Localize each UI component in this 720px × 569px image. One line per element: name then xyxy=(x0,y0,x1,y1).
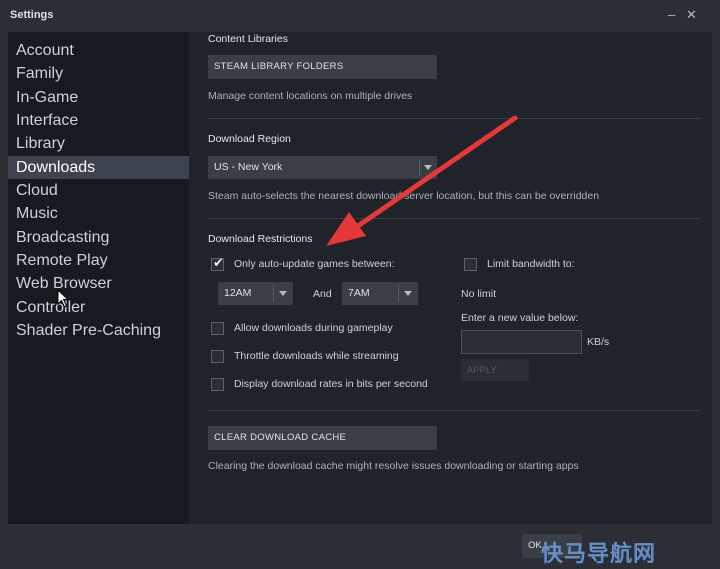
annotation-arrow-icon xyxy=(326,115,518,246)
mouse-cursor-icon xyxy=(57,289,70,308)
